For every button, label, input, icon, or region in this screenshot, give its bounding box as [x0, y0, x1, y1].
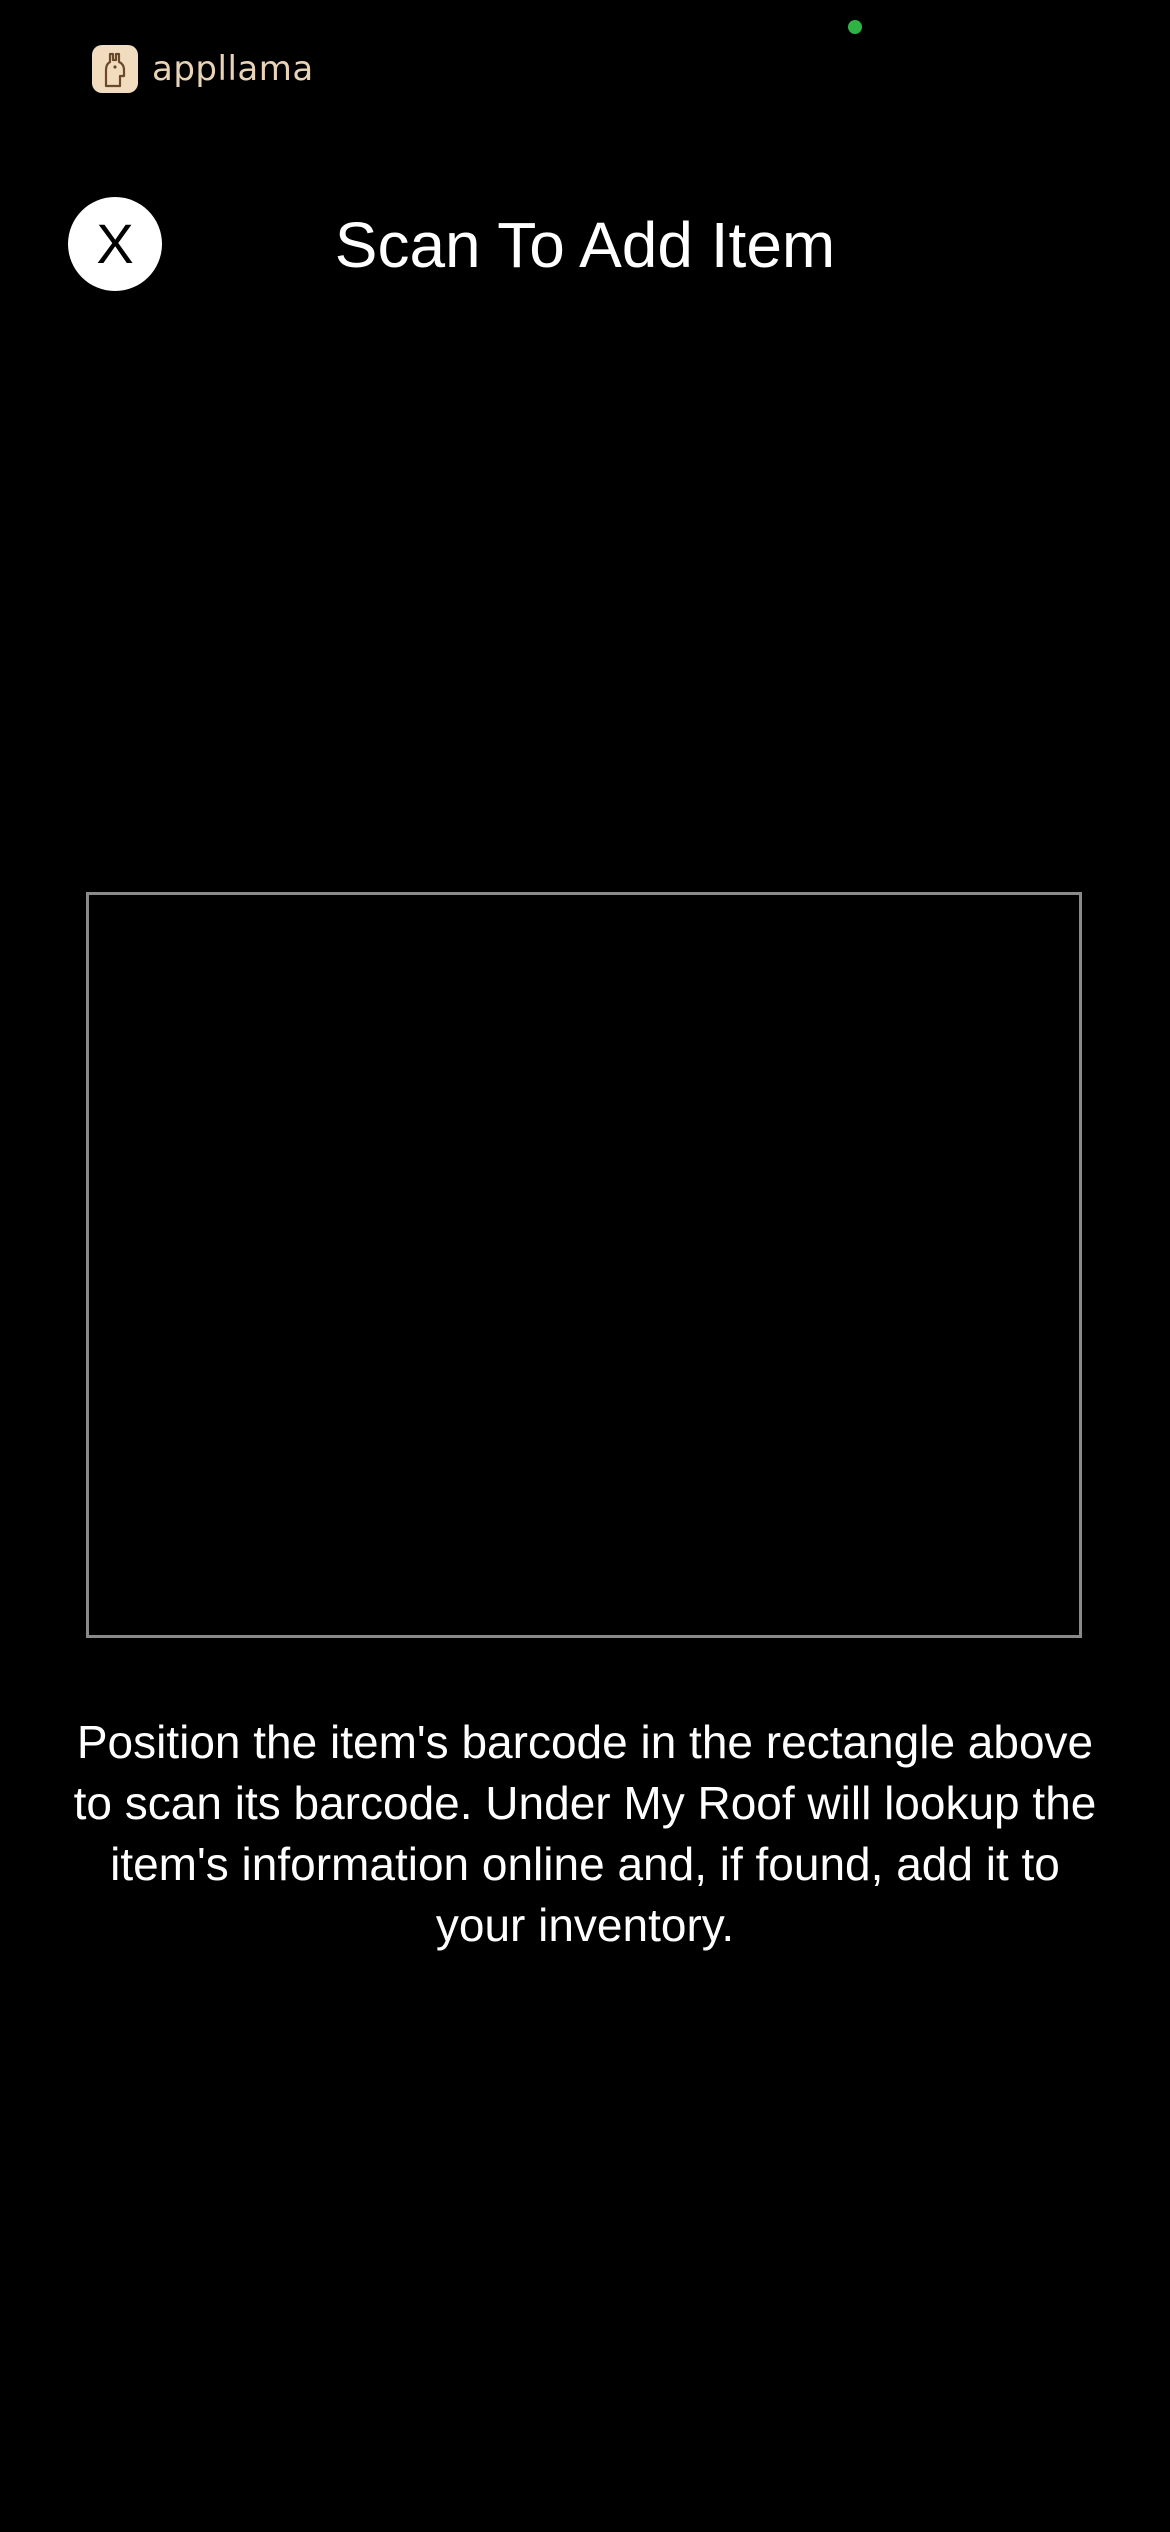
scan-instructions: Position the item's barcode in the recta… — [73, 1716, 1097, 1951]
barcode-scan-area — [86, 892, 1082, 1638]
llama-icon — [92, 45, 138, 93]
camera-indicator-dot — [848, 20, 862, 34]
page-title: Scan To Add Item — [334, 209, 836, 281]
brand-watermark: appllama — [92, 44, 314, 94]
brand-name: appllama — [152, 49, 314, 89]
